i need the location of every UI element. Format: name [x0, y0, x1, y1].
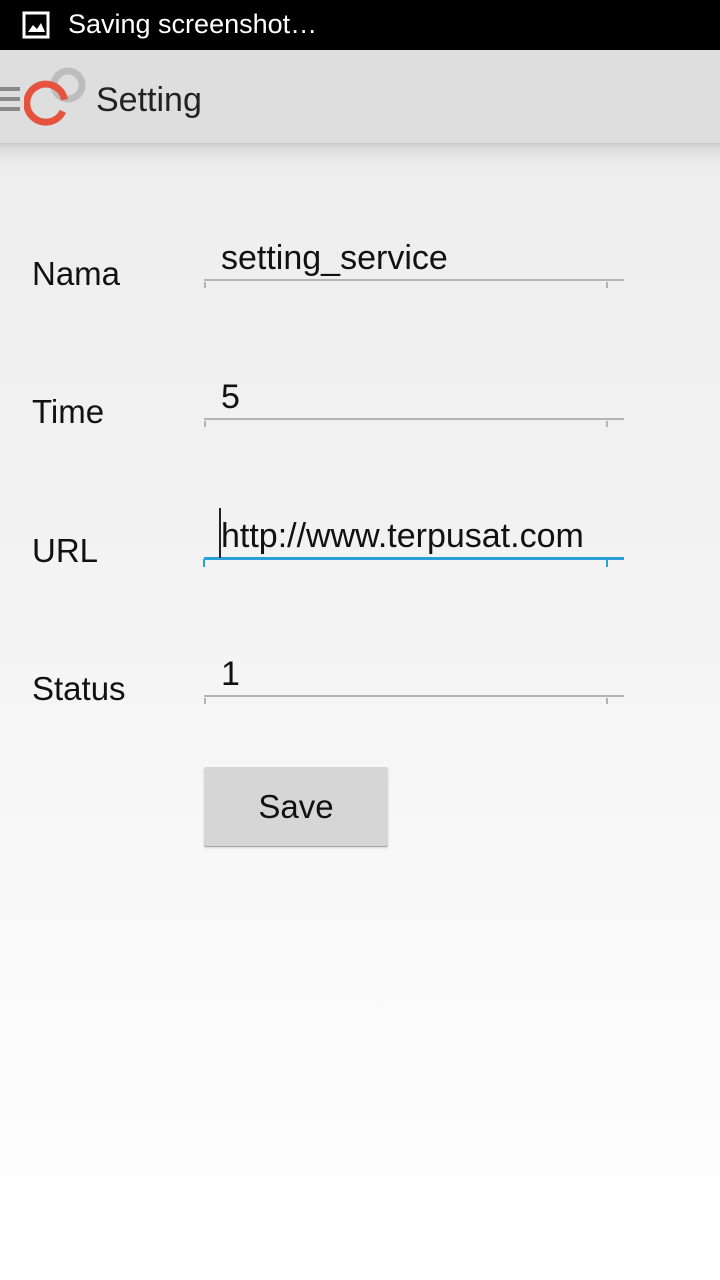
status-input-left-edge	[204, 698, 206, 704]
page-title: Setting	[96, 81, 202, 119]
nama-label: Nama	[32, 255, 121, 292]
url-input-right-edge	[606, 559, 608, 567]
status-input-right-edge	[606, 698, 608, 704]
nama-input[interactable]	[204, 237, 624, 281]
text-cursor	[219, 508, 221, 558]
hamburger-menu-icon[interactable]	[0, 86, 20, 112]
time-input[interactable]	[204, 376, 624, 420]
time-label: Time	[32, 393, 105, 430]
save-button[interactable]: Save	[204, 767, 388, 846]
nama-input-left-edge	[204, 282, 206, 288]
url-input[interactable]	[204, 515, 624, 560]
image-icon	[22, 11, 50, 39]
time-input-left-edge	[204, 421, 206, 427]
time-input-right-edge	[606, 421, 608, 427]
url-label: URL	[32, 532, 99, 569]
status-bar: Saving screenshot…	[0, 0, 720, 50]
status-input[interactable]	[204, 653, 624, 697]
status-notification-text: Saving screenshot…	[68, 9, 318, 39]
app-logo-icon[interactable]	[24, 66, 90, 132]
action-bar-shadow	[0, 143, 720, 171]
nama-input-right-edge	[606, 282, 608, 288]
url-input-left-edge	[203, 559, 205, 567]
status-label: Status	[32, 670, 126, 707]
